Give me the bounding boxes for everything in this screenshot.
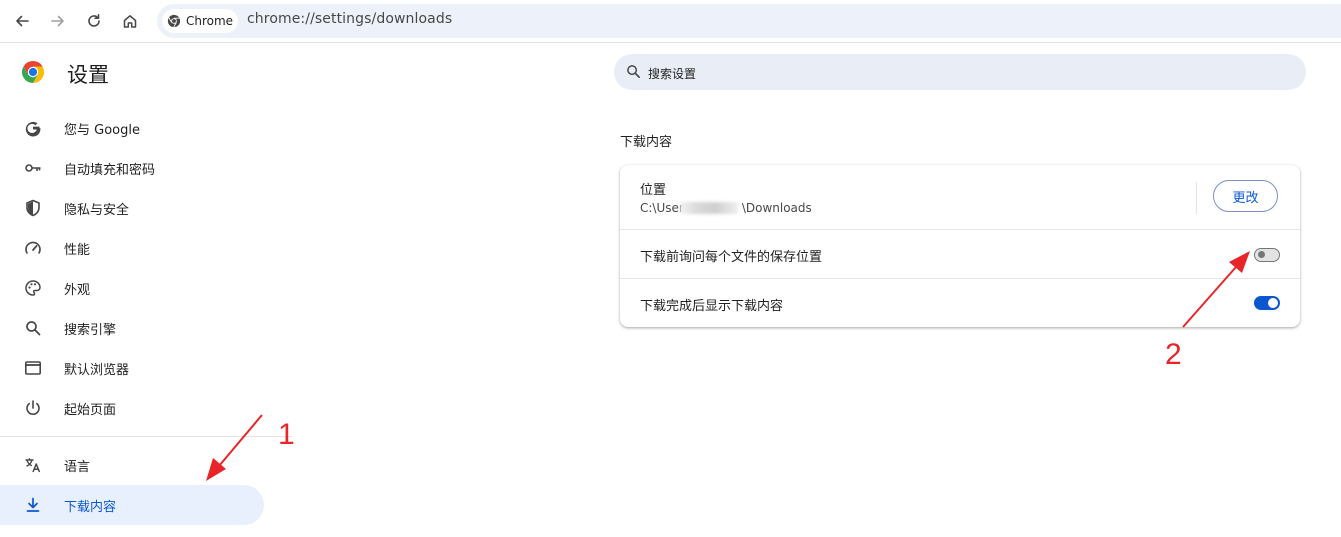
page-title: 设置	[67, 63, 109, 87]
sidebar-item-label: 外观	[64, 283, 91, 298]
url-text[interactable]: chrome://settings/downloads	[247, 11, 452, 27]
sidebar-item-label: 起始页面	[64, 403, 117, 418]
chrome-logo-icon	[167, 14, 181, 28]
chrome-logo-icon	[21, 61, 45, 83]
sidebar-item-label: 下载内容	[64, 500, 117, 515]
sidebar-item-label: 搜索引擎	[64, 323, 117, 338]
google-g-icon	[24, 119, 42, 137]
sidebar-item-label: 性能	[64, 243, 91, 258]
speedometer-icon	[24, 239, 42, 257]
ask-where-to-save-label: 下载前询问每个文件的保存位置	[640, 250, 823, 265]
toggle-knob	[1258, 251, 1265, 258]
row-separator	[1196, 182, 1197, 214]
show-downloads-row[interactable]: 下载完成后显示下载内容	[620, 278, 1300, 328]
sidebar-item-autofill[interactable]: 自动填充和密码	[0, 148, 264, 188]
sidebar-item-label: 自动填充和密码	[64, 163, 156, 178]
sidebar-item-search-engine[interactable]: 搜索引擎	[0, 308, 264, 348]
search-input[interactable]: 搜索设置	[614, 54, 1306, 90]
home-button[interactable]	[116, 7, 144, 35]
sidebar-item-default-browser[interactable]: 默认浏览器	[0, 348, 264, 388]
sidebar-item-you-and-google[interactable]: 您与 Google	[0, 108, 264, 148]
search-icon	[24, 319, 42, 337]
ask-where-to-save-toggle[interactable]	[1254, 248, 1280, 262]
location-label: 位置	[640, 183, 667, 198]
translate-icon	[24, 456, 42, 474]
sidebar-item-performance[interactable]: 性能	[0, 228, 264, 268]
home-icon	[123, 15, 137, 28]
show-downloads-toggle[interactable]	[1254, 296, 1280, 310]
key-icon	[24, 159, 42, 177]
ask-where-to-save-row[interactable]: 下载前询问每个文件的保存位置	[620, 229, 1300, 279]
back-button[interactable]	[8, 7, 36, 35]
toggle-knob	[1268, 298, 1278, 308]
arrow-left-icon	[16, 15, 29, 27]
downloads-settings-card: 位置 C:\User \Downloads 更改 下载前询问每个文件的保存位置 下…	[620, 165, 1300, 327]
sidebar-item-appearance[interactable]: 外观	[0, 268, 264, 308]
location-row: 位置 C:\User \Downloads 更改	[620, 165, 1300, 229]
sidebar-item-on-startup[interactable]: 起始页面	[0, 388, 264, 428]
reload-button[interactable]	[80, 7, 108, 35]
search-icon	[627, 65, 640, 78]
site-info-chip[interactable]: Chrome	[162, 9, 238, 33]
sidebar-item-label: 隐私与安全	[64, 203, 130, 218]
sidebar-divider	[0, 436, 292, 437]
search-placeholder: 搜索设置	[648, 67, 697, 81]
browser-toolbar: Chrome chrome://settings/downloads	[0, 0, 1341, 43]
sidebar-item-label: 默认浏览器	[64, 363, 130, 378]
sidebar-item-label: 语言	[64, 460, 91, 475]
sidebar-item-downloads[interactable]: 下载内容	[0, 485, 264, 525]
location-path-suffix: \Downloads	[741, 201, 812, 215]
download-icon	[24, 496, 42, 514]
sidebar-item-label: 您与 Google	[64, 123, 140, 138]
browser-window-icon	[24, 359, 42, 377]
sidebar-item-privacy[interactable]: 隐私与安全	[0, 188, 264, 228]
section-title: 下载内容	[620, 135, 673, 150]
forward-button[interactable]	[44, 7, 72, 35]
sidebar-item-languages[interactable]: 语言	[0, 445, 264, 485]
palette-icon	[24, 279, 42, 297]
show-downloads-label: 下载完成后显示下载内容	[640, 299, 784, 314]
redacted-username	[680, 202, 738, 214]
location-path-prefix: C:\User	[640, 201, 684, 215]
power-icon	[24, 399, 42, 417]
annotation-label-2: 2	[1165, 338, 1182, 371]
chip-label: Chrome	[186, 14, 234, 28]
reload-icon	[88, 14, 100, 27]
address-bar[interactable]: Chrome chrome://settings/downloads	[157, 4, 1341, 38]
shield-icon	[24, 199, 42, 217]
annotation-label-1: 1	[278, 418, 295, 451]
change-location-button[interactable]: 更改	[1213, 180, 1278, 212]
arrow-right-icon	[51, 15, 64, 27]
